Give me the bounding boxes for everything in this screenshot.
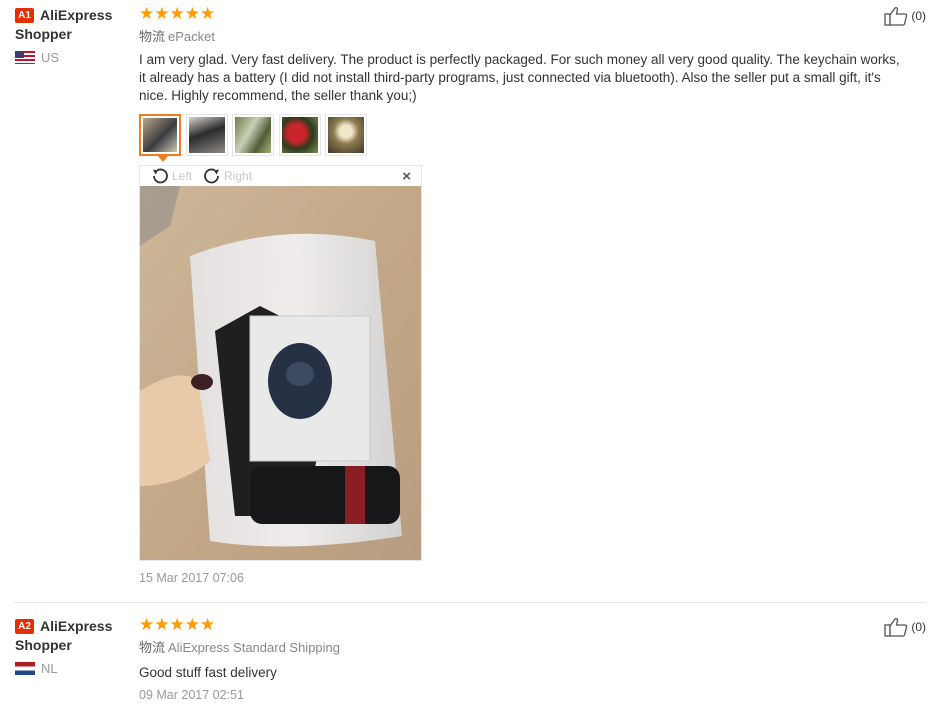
rotate-left-button[interactable]: Left — [150, 167, 192, 185]
thumbs-up-icon — [884, 618, 908, 637]
review-date: 15 Mar 2017 07:06 — [139, 571, 244, 585]
photo-thumbnail[interactable] — [185, 114, 228, 156]
rotate-right-icon — [204, 168, 220, 184]
reviewer-country: US — [15, 50, 135, 65]
logistics-info: 物流 ePacket — [139, 29, 909, 45]
photo-thumbnails — [139, 114, 372, 162]
logistics-label: 物流 — [139, 29, 166, 44]
review-content: ★★★★★ 物流 ePacket I am very glad. Very fas… — [139, 5, 909, 105]
photo-thumbnail[interactable] — [232, 114, 274, 156]
logistics-info: 物流 AliExpress Standard Shipping — [139, 640, 909, 656]
reviewer-name-line: A2 AliExpress Shopper — [15, 617, 135, 655]
review-content: ★★★★★ 物流 AliExpress Standard Shipping Goo… — [139, 615, 909, 703]
country-code: US — [41, 50, 60, 65]
rotate-left-icon — [153, 168, 168, 184]
photo-viewer: Left Right × — [139, 165, 422, 561]
reviewer-level-badge: A2 — [15, 619, 34, 634]
feedback-text: Good stuff fast delivery — [139, 665, 277, 680]
close-icon[interactable]: × — [402, 168, 411, 185]
rotate-right-button[interactable]: Right — [202, 167, 252, 185]
review-date: 09 Mar 2017 02:51 — [139, 688, 244, 702]
reviewer-name-line: A1 AliExpress Shopper — [15, 6, 135, 44]
rotate-right-label: Right — [224, 169, 253, 183]
country-code: NL — [41, 661, 58, 676]
star-rating: ★★★★★ — [139, 4, 216, 23]
like-count: (0) — [911, 620, 926, 634]
reviewer-level-badge: A1 — [15, 8, 34, 23]
star-rating: ★★★★★ — [139, 615, 216, 634]
flag-us-icon — [15, 51, 35, 64]
thumbs-up-icon — [884, 7, 908, 26]
like-button[interactable]: (0) — [884, 6, 926, 26]
feedback-text: I am very glad. Very fast delivery. The … — [139, 52, 900, 103]
review-item: A2 AliExpress Shopper NL ★★★★★ 物流 AliExpre… — [0, 603, 950, 711]
flag-nl-icon — [15, 662, 35, 675]
photo-thumbnail[interactable] — [139, 114, 181, 162]
review-photo — [140, 186, 421, 560]
rotate-left-label: Left — [172, 169, 193, 183]
photo-thumbnail[interactable] — [278, 114, 321, 156]
reviewer-country: NL — [15, 661, 135, 676]
reviewer-info: A2 AliExpress Shopper NL — [15, 617, 135, 676]
like-count: (0) — [911, 9, 926, 23]
active-caret-icon — [158, 156, 168, 162]
logistics-value: ePacket — [168, 29, 215, 44]
review-photo-image — [140, 186, 421, 560]
review-item: A1 AliExpress Shopper US ★★★★★ 物流 ePacket … — [0, 0, 950, 603]
viewer-toolbar: Left Right × — [140, 166, 421, 187]
reviewer-info: A1 AliExpress Shopper US — [15, 6, 135, 65]
logistics-value: AliExpress Standard Shipping — [168, 640, 341, 655]
logistics-label: 物流 — [139, 640, 166, 655]
like-button[interactable]: (0) — [884, 617, 926, 637]
photo-thumbnail[interactable] — [325, 114, 367, 156]
